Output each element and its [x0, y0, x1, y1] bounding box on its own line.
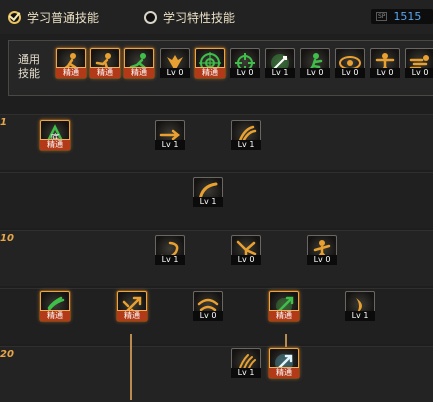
learn-trait-option[interactable]: 学习特性技能	[144, 9, 235, 26]
learn-normal-option[interactable]: 学习普通技能	[8, 9, 99, 26]
skill-slot[interactable]: 精通	[117, 291, 147, 321]
skill-slot[interactable]: 精通	[56, 48, 86, 78]
skill-slot[interactable]: Lv 1	[231, 120, 261, 150]
learn-trait-label: 学习特性技能	[163, 11, 236, 25]
skill-badge: 精通	[40, 310, 70, 321]
skill-badge: Lv 0	[370, 68, 400, 78]
skill-slot[interactable]: 精通	[195, 48, 225, 78]
skill-slot[interactable]: 精通	[124, 48, 154, 78]
sp-counter: SP 1515	[371, 9, 433, 24]
sp-tag: SP	[376, 12, 388, 21]
skill-badge: 精通	[269, 367, 299, 378]
skill-badge: Lv 1	[231, 368, 261, 378]
skill-badge: Lv 0	[160, 68, 190, 78]
skill-slot[interactable]: Lv 1	[231, 348, 261, 378]
header-bar: 学习普通技能 学习特性技能 SP 1515	[0, 0, 433, 34]
radio-unchecked-icon[interactable]	[144, 11, 157, 24]
skill-badge: Lv 1	[155, 140, 185, 150]
level-marker: 1	[0, 117, 7, 128]
skill-badge: Lv 0	[300, 68, 330, 78]
skill-slot[interactable]: Lv 0	[160, 48, 190, 78]
general-skills-panel: 通用技能 精通 精通 精通 Lv 0 精通 Lv 0 Lv 1 Lv 0 Lv 0 Lv 0 Lv …	[8, 40, 433, 96]
skill-badge: Lv 1	[231, 140, 261, 150]
skill-slot[interactable]: 精通	[269, 348, 299, 378]
skill-badge: Lv 0	[193, 311, 223, 321]
skill-slot[interactable]: Lv 1	[193, 177, 223, 207]
skill-badge: Lv 1	[345, 311, 375, 321]
skill-slot[interactable]: Lv 1	[345, 291, 375, 321]
skill-badge: Lv 1	[265, 68, 295, 78]
skill-badge: Lv 0	[405, 68, 433, 78]
skill-badge: Lv 0	[230, 68, 260, 78]
skill-badge: Lv 1	[155, 255, 185, 265]
skill-slot[interactable]: 精通	[269, 291, 299, 321]
skill-slot[interactable]: Lv 0	[370, 48, 400, 78]
skill-slot[interactable]: Lv 0	[230, 48, 260, 78]
skill-slot[interactable]: 精通	[40, 291, 70, 321]
skill-badge: 精通	[124, 67, 154, 78]
level-marker: 10	[0, 233, 14, 244]
skill-badge: 精通	[90, 67, 120, 78]
skill-slot[interactable]: Lv 1	[155, 235, 185, 265]
sp-value: 1515	[393, 10, 422, 23]
skill-slot[interactable]: Lv 0	[335, 48, 365, 78]
skill-slot[interactable]: 底精通	[40, 120, 70, 150]
tree-row: 20	[0, 346, 433, 402]
skill-badge: 精通	[195, 67, 225, 78]
skill-badge: Lv 0	[231, 255, 261, 265]
skill-badge: 精通	[40, 139, 70, 150]
tree-row: 10	[0, 230, 433, 286]
level-marker: 20	[0, 349, 14, 360]
skill-slot[interactable]: Lv 1	[265, 48, 295, 78]
skill-slot[interactable]: Lv 0	[307, 235, 337, 265]
learn-normal-label: 学习普通技能	[27, 11, 100, 25]
skill-badge: Lv 1	[193, 197, 223, 207]
skill-slot[interactable]: Lv 0	[405, 48, 433, 78]
skill-slot[interactable]: Lv 0	[300, 48, 330, 78]
skill-slot[interactable]: Lv 1	[155, 120, 185, 150]
skill-slot[interactable]: Lv 0	[231, 235, 261, 265]
skill-badge: Lv 0	[335, 68, 365, 78]
general-skills-label: 通用技能	[18, 53, 40, 80]
skill-badge: 精通	[269, 310, 299, 321]
skill-badge: 精通	[56, 67, 86, 78]
radio-checked-icon[interactable]	[8, 11, 21, 24]
skill-link-line	[130, 334, 132, 400]
skill-slot[interactable]: 精通	[90, 48, 120, 78]
skill-slot[interactable]: Lv 0	[193, 291, 223, 321]
skill-badge: Lv 0	[307, 255, 337, 265]
skill-badge: 精通	[117, 310, 147, 321]
